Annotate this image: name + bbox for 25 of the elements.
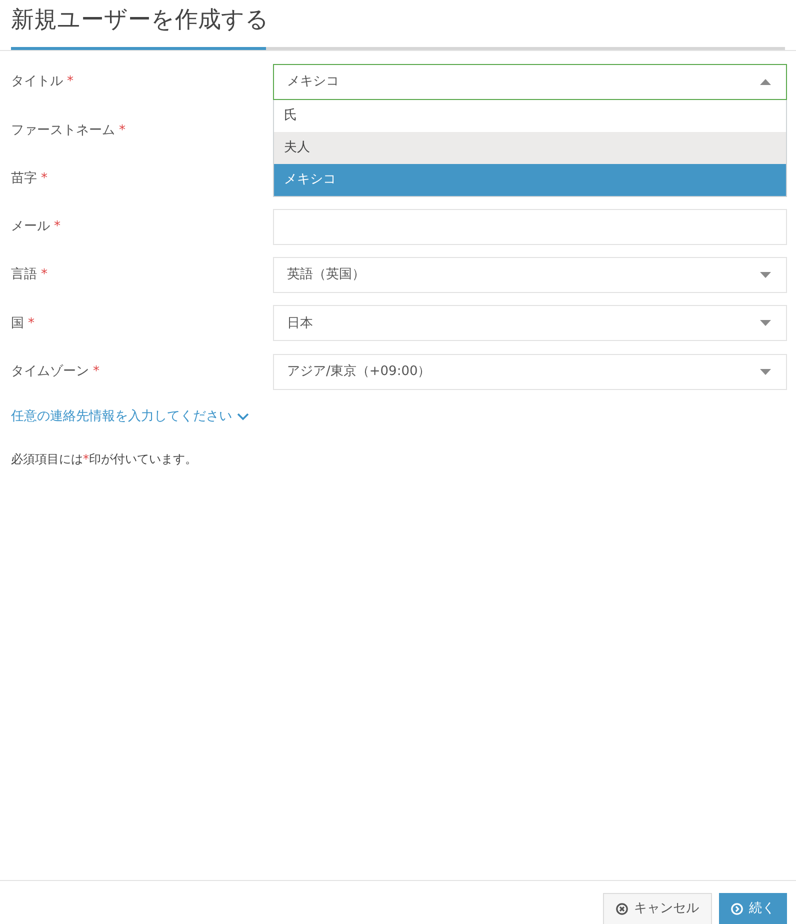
- field-label: 苗字: [11, 170, 37, 188]
- circle-chevron-right-icon: [731, 902, 743, 914]
- required-mark: *: [93, 363, 100, 382]
- field-label: タイトル: [11, 73, 63, 92]
- required-fields-note: 必須項目には*印が付いています。: [11, 450, 197, 468]
- input-field[interactable]: [273, 208, 787, 245]
- required-mark: *: [67, 73, 74, 92]
- required-mark: *: [41, 170, 48, 188]
- dropdown-field[interactable]: 日本: [273, 305, 787, 342]
- cancel-button[interactable]: キャンセル: [603, 893, 712, 924]
- field-label: 言語: [11, 266, 37, 284]
- page-title: 新規ユーザーを作成する: [11, 6, 269, 35]
- required-mark: *: [41, 266, 48, 284]
- dropdown-option[interactable]: 夫人: [274, 132, 786, 164]
- dropdown-field[interactable]: アジア/東京（+09:00）: [273, 354, 787, 390]
- field-label: メール: [11, 218, 50, 236]
- dropdown-field[interactable]: 英語（英国）: [273, 257, 787, 294]
- required-mark: *: [54, 218, 60, 236]
- required-mark: *: [119, 122, 126, 140]
- dropdown-field[interactable]: メキシコ: [273, 64, 787, 100]
- required-mark: *: [28, 314, 34, 333]
- field-label: タイムゾーン: [11, 363, 89, 382]
- circle-x-icon: [616, 903, 628, 915]
- field-label: 国: [11, 314, 24, 333]
- field-label: ファーストネーム: [11, 122, 115, 140]
